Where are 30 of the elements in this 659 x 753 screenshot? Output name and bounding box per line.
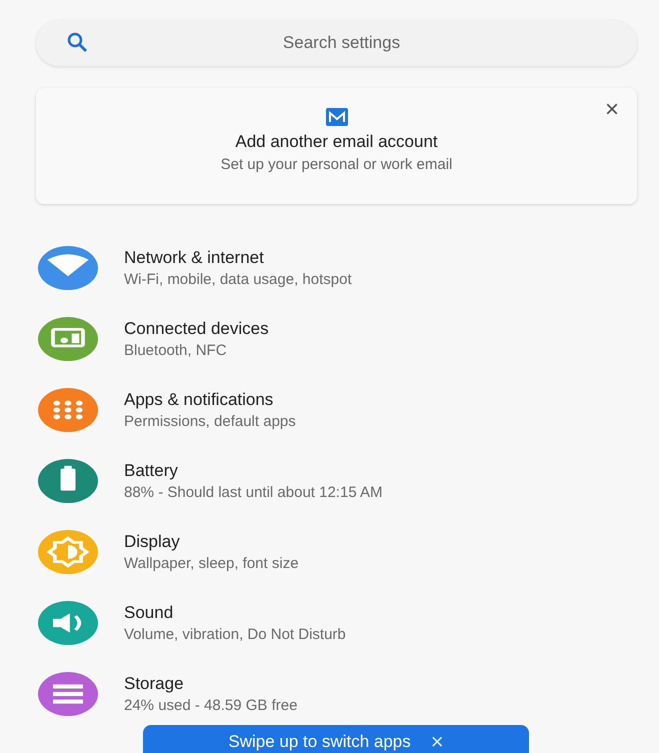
card-subtitle: Set up your personal or work email <box>220 156 452 173</box>
search-bar[interactable]: Search settings <box>36 20 637 66</box>
setting-subtitle: Bluetooth, NFC <box>124 342 228 358</box>
setting-subtitle: Wallpaper, sleep, font size <box>124 554 299 572</box>
setting-title[interactable]: Connected devices <box>124 318 269 338</box>
setting-subtitle: Wi-Fi, mobile, data usage, hotspot <box>124 270 352 288</box>
setting-title[interactable]: Network & internet <box>124 248 352 268</box>
setting-title[interactable]: Display <box>124 532 299 552</box>
card-title: Add another email account <box>235 132 438 152</box>
setting-title[interactable]: Sound <box>124 602 346 622</box>
setting-subtitle: Volume, vibration, Do Not Disturb <box>124 626 346 642</box>
suggestion-card[interactable]: Add another email account Set up your personal or work email × <box>36 88 637 204</box>
setting-subtitle: 88% - Should last until about 12:15 AM <box>124 484 383 500</box>
wifi-icon[interactable] <box>38 246 98 290</box>
apps-icon[interactable] <box>38 388 98 432</box>
display-icon[interactable] <box>38 530 98 574</box>
setting-title[interactable]: Apps & notifications <box>124 390 296 410</box>
toast-close-button[interactable]: × <box>430 729 444 753</box>
devices-icon[interactable] <box>38 316 98 360</box>
setting-subtitle: Permissions, default apps <box>124 412 296 430</box>
setting-subtitle: 24% used - 48.59 GB free <box>124 696 298 714</box>
search-input[interactable]: Search settings <box>90 32 593 54</box>
close-button[interactable]: × <box>600 96 623 124</box>
setting-title[interactable]: Battery <box>124 460 383 480</box>
sound-icon[interactable] <box>38 600 98 644</box>
toast-text: Swipe up to switch apps <box>228 732 411 752</box>
storage-icon[interactable] <box>38 672 98 716</box>
mail-icon <box>326 108 348 126</box>
setting-title[interactable]: Storage <box>124 674 298 694</box>
battery-icon[interactable] <box>38 458 98 502</box>
